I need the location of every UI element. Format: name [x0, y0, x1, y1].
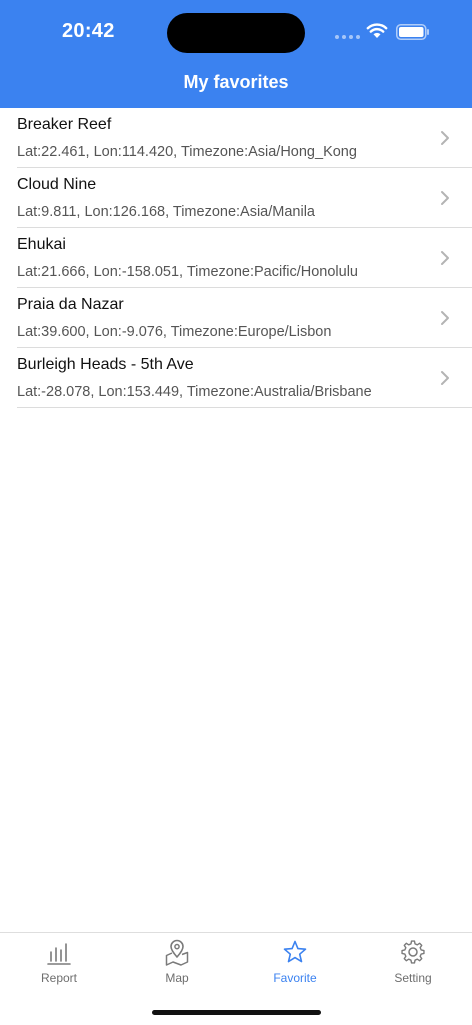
status-time: 20:42: [62, 20, 115, 42]
list-item[interactable]: Cloud Nine Lat:9.811, Lon:126.168, Timez…: [0, 168, 472, 228]
list-item[interactable]: Burleigh Heads - 5th Ave Lat:-28.078, Lo…: [0, 348, 472, 408]
favorite-detail: Lat:39.600, Lon:-9.076, Timezone:Europe/…: [17, 324, 332, 340]
page-title: My favorites: [183, 72, 289, 92]
dynamic-island: [167, 13, 305, 53]
star-icon: [283, 940, 307, 963]
tab-report[interactable]: Report: [0, 933, 118, 993]
list-item[interactable]: Breaker Reef Lat:22.461, Lon:114.420, Ti…: [0, 108, 472, 168]
list-item[interactable]: Praia da Nazar Lat:39.600, Lon:-9.076, T…: [0, 288, 472, 348]
favorite-name: Ehukai: [17, 236, 66, 253]
favorite-name: Burleigh Heads - 5th Ave: [17, 356, 194, 373]
chevron-right-icon: [441, 131, 449, 145]
favorite-name: Praia da Nazar: [17, 296, 124, 313]
tab-label: Report: [40, 971, 78, 985]
home-indicator: [152, 1010, 321, 1015]
battery-icon: [396, 24, 429, 40]
divider: [17, 407, 472, 408]
favorite-detail: Lat:21.666, Lon:-158.051, Timezone:Pacif…: [17, 264, 358, 280]
chevron-right-icon: [441, 311, 449, 325]
favorite-name: Cloud Nine: [17, 176, 97, 193]
tab-setting[interactable]: Setting: [354, 933, 472, 993]
wifi-icon: [366, 23, 388, 38]
favorite-detail: Lat:-28.078, Lon:153.449, Timezone:Austr…: [17, 384, 372, 400]
favorite-detail: Lat:22.461, Lon:114.420, Timezone:Asia/H…: [17, 144, 357, 160]
signal-icon: [335, 35, 360, 39]
nav-header: 20:42 My favorites: [0, 0, 472, 108]
chevron-right-icon: [441, 251, 449, 265]
gear-icon: [401, 940, 425, 964]
map-pin-icon: [165, 939, 189, 966]
tab-favorite[interactable]: Favorite: [236, 933, 354, 993]
tab-map[interactable]: Map: [118, 933, 236, 993]
favorites-list: Breaker Reef Lat:22.461, Lon:114.420, Ti…: [0, 108, 472, 408]
favorite-name: Breaker Reef: [17, 116, 112, 133]
tab-label: Setting: [394, 971, 432, 985]
tab-label: Favorite: [273, 971, 317, 985]
list-item[interactable]: Ehukai Lat:21.666, Lon:-158.051, Timezon…: [0, 228, 472, 288]
chevron-right-icon: [441, 191, 449, 205]
tab-label: Map: [165, 971, 189, 985]
chart-bars-icon: [47, 943, 71, 965]
chevron-right-icon: [441, 371, 449, 385]
favorite-detail: Lat:9.811, Lon:126.168, Timezone:Asia/Ma…: [17, 204, 315, 220]
